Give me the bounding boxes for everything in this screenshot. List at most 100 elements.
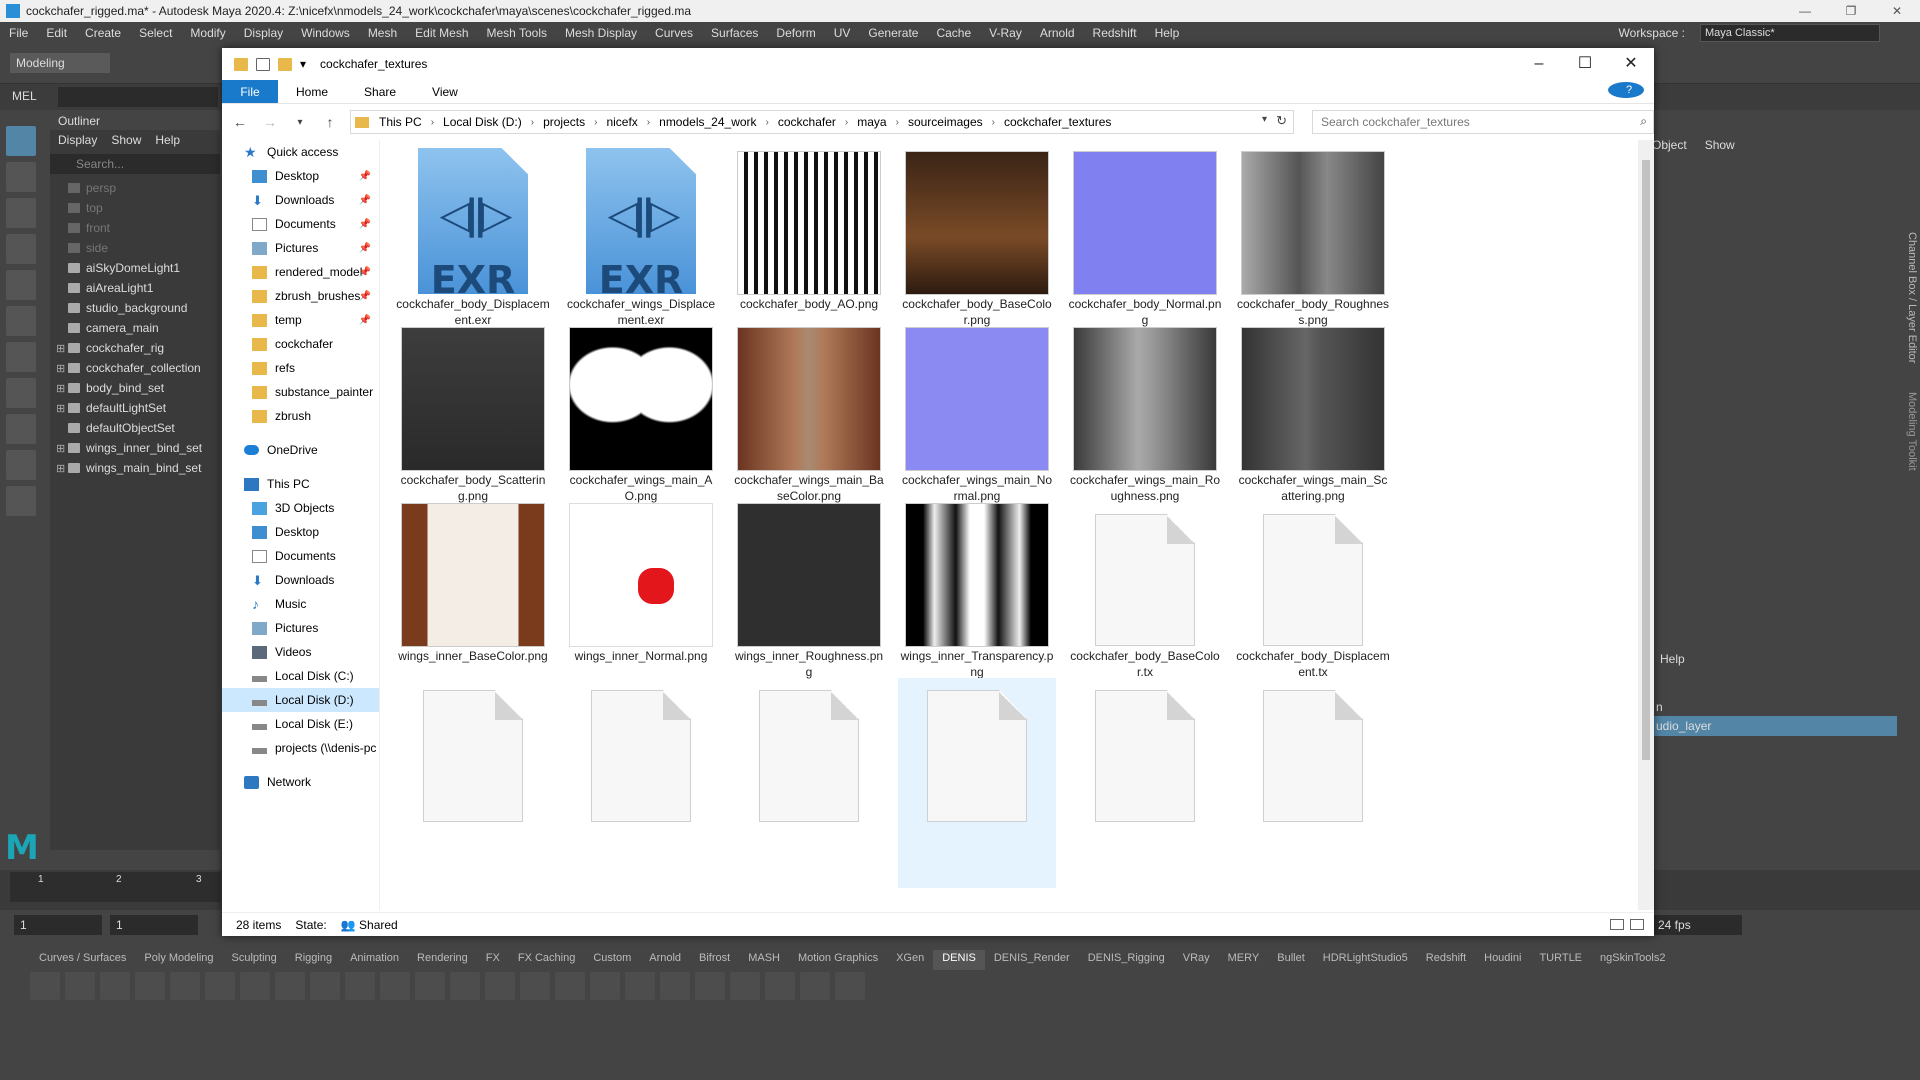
outliner-item[interactable]: persp	[50, 178, 220, 198]
shelf-button-icon[interactable]	[275, 972, 305, 1000]
layout-single-icon[interactable]	[6, 378, 36, 408]
menu-surfaces[interactable]: Surfaces	[702, 26, 767, 40]
tab-view[interactable]: View	[414, 80, 476, 103]
shelf-tab-hdrlightstudio5[interactable]: HDRLightStudio5	[1314, 950, 1417, 970]
chevron-right-icon[interactable]: ›	[845, 117, 848, 128]
pin-icon[interactable]: 📌	[359, 315, 371, 326]
shelf-button-icon[interactable]	[240, 972, 270, 1000]
pin-icon[interactable]: 📌	[359, 267, 371, 278]
file-name[interactable]: cockchafer_body_Roughness.png	[1234, 296, 1392, 328]
menu-uv[interactable]: UV	[825, 26, 860, 40]
outliner-item[interactable]: camera_main	[50, 318, 220, 338]
end-frame-field[interactable]: 1	[110, 915, 198, 935]
nav-item-local-disk-e-[interactable]: Local Disk (E:)	[222, 712, 379, 736]
shelf-button-icon[interactable]	[520, 972, 550, 1000]
shelf-tab-turtle[interactable]: TURTLE	[1530, 950, 1591, 970]
forward-icon[interactable]: →	[260, 114, 280, 130]
nav-item-onedrive[interactable]: OneDrive	[222, 438, 379, 462]
outliner-item[interactable]: front	[50, 218, 220, 238]
minimize-icon[interactable]: –	[1516, 48, 1562, 80]
nav-item-projects-denis-pc[interactable]: projects (\\denis-pc	[222, 736, 379, 760]
file-name[interactable]: cockchafer_wings_main_AO.png	[562, 472, 720, 504]
nav-item-documents[interactable]: Documents 📌	[222, 212, 379, 236]
move-tool-icon[interactable]	[6, 234, 36, 264]
menu-v-ray[interactable]: V-Ray	[980, 26, 1031, 40]
maximize-icon[interactable]: ☐	[1562, 48, 1608, 80]
pin-icon[interactable]: 📌	[359, 171, 371, 182]
nav-item-this-pc[interactable]: This PC	[222, 472, 379, 496]
nav-item-zbrush[interactable]: zbrush	[222, 404, 379, 428]
file-item[interactable]	[730, 678, 888, 888]
menu-arnold[interactable]: Arnold	[1031, 26, 1084, 40]
rotate-tool-icon[interactable]	[6, 270, 36, 300]
file-item[interactable]	[394, 678, 552, 888]
pin-icon[interactable]: 📌	[359, 243, 371, 254]
menu-redshift[interactable]: Redshift	[1084, 26, 1146, 40]
outliner-item[interactable]: top	[50, 198, 220, 218]
file-name[interactable]: cockchafer_body_AO.png	[730, 296, 888, 312]
scrollbar-thumb[interactable]	[1642, 160, 1650, 760]
menu-display[interactable]: Display	[235, 26, 292, 40]
layer-help-menu[interactable]: Help	[1660, 652, 1685, 666]
shelf-tab-motion-graphics[interactable]: Motion Graphics	[789, 950, 887, 970]
shelf-tab-mery[interactable]: MERY	[1219, 950, 1269, 970]
shelf-tab-denis-rigging[interactable]: DENIS_Rigging	[1079, 950, 1174, 970]
search-input[interactable]: Search cockchafer_textures ⌕	[1312, 110, 1654, 134]
nav-item-videos[interactable]: Videos	[222, 640, 379, 664]
nav-item-zbrush-brushes[interactable]: zbrush_brushes 📌	[222, 284, 379, 308]
breadcrumb-segment[interactable]: sourceimages	[908, 115, 983, 129]
vertical-scrollbar[interactable]	[1638, 140, 1654, 910]
shelf-button-icon[interactable]	[380, 972, 410, 1000]
shelf-tab-mash[interactable]: MASH	[739, 950, 789, 970]
back-icon[interactable]: ←	[230, 114, 250, 130]
up-icon[interactable]: ↑	[320, 114, 340, 130]
outliner-item[interactable]: aiAreaLight1	[50, 278, 220, 298]
shelf-button-icon[interactable]	[170, 972, 200, 1000]
expand-icon[interactable]: ⊞	[56, 342, 68, 355]
breadcrumb-segment[interactable]: This PC	[379, 115, 422, 129]
shelf-tab-custom[interactable]: Custom	[584, 950, 640, 970]
shelf-button-icon[interactable]	[835, 972, 865, 1000]
shelf-tab-bifrost[interactable]: Bifrost	[690, 950, 739, 970]
pin-icon[interactable]: 📌	[359, 195, 371, 206]
outliner-item[interactable]: aiSkyDomeLight1	[50, 258, 220, 278]
file-name[interactable]: cockchafer_wings_main_BaseColor.png	[730, 472, 888, 504]
layer-item[interactable]: n	[1652, 697, 1667, 717]
outliner-item[interactable]: ⊞ defaultLightSet	[50, 398, 220, 418]
layout-four-icon[interactable]	[6, 414, 36, 444]
lasso-tool-icon[interactable]	[6, 162, 36, 192]
shelf-button-icon[interactable]	[450, 972, 480, 1000]
nav-item-network[interactable]: Network	[222, 770, 379, 794]
shelf-tab-redshift[interactable]: Redshift	[1417, 950, 1475, 970]
file-name[interactable]: cockchafer_wings_main_Roughness.png	[1066, 472, 1224, 504]
folder-icon[interactable]	[234, 57, 248, 71]
refresh-icon[interactable]: ↻	[1276, 113, 1287, 129]
menu-generate[interactable]: Generate	[859, 26, 927, 40]
outliner-layout-icon[interactable]	[6, 486, 36, 516]
outliner-item[interactable]: studio_background	[50, 298, 220, 318]
file-item[interactable]	[1234, 678, 1392, 888]
shelf-tab-curves-surfaces[interactable]: Curves / Surfaces	[30, 950, 135, 970]
shelf-button-icon[interactable]	[485, 972, 515, 1000]
outliner-search[interactable]: Search...	[50, 154, 220, 174]
shelf-tab-rigging[interactable]: Rigging	[286, 950, 341, 970]
shelf-tab-rendering[interactable]: Rendering	[408, 950, 477, 970]
minimize-icon[interactable]: —	[1782, 0, 1828, 22]
file-name[interactable]: wings_inner_Roughness.png	[730, 648, 888, 680]
outliner-item[interactable]: ⊞ cockchafer_rig	[50, 338, 220, 358]
tab-share[interactable]: Share	[346, 80, 414, 103]
file-name[interactable]: cockchafer_wings_main_Normal.png	[898, 472, 1056, 504]
fps-dropdown[interactable]: 24 fps	[1652, 915, 1742, 935]
start-frame-field[interactable]: 1	[14, 915, 102, 935]
large-icons-view-icon[interactable]	[1630, 919, 1644, 930]
file-item[interactable]	[898, 678, 1056, 888]
menu-modify[interactable]: Modify	[181, 26, 234, 40]
outliner-menu-display[interactable]: Display	[58, 133, 97, 147]
address-dropdown-icon[interactable]: ▾	[1262, 114, 1267, 125]
help-icon[interactable]: ?	[1608, 82, 1644, 98]
breadcrumb-segment[interactable]: nicefx	[606, 115, 637, 129]
outliner-menu-show[interactable]: Show	[111, 133, 141, 147]
file-item[interactable]	[1066, 678, 1224, 888]
expand-icon[interactable]: ⊞	[56, 442, 68, 455]
shelf-button-icon[interactable]	[800, 972, 830, 1000]
